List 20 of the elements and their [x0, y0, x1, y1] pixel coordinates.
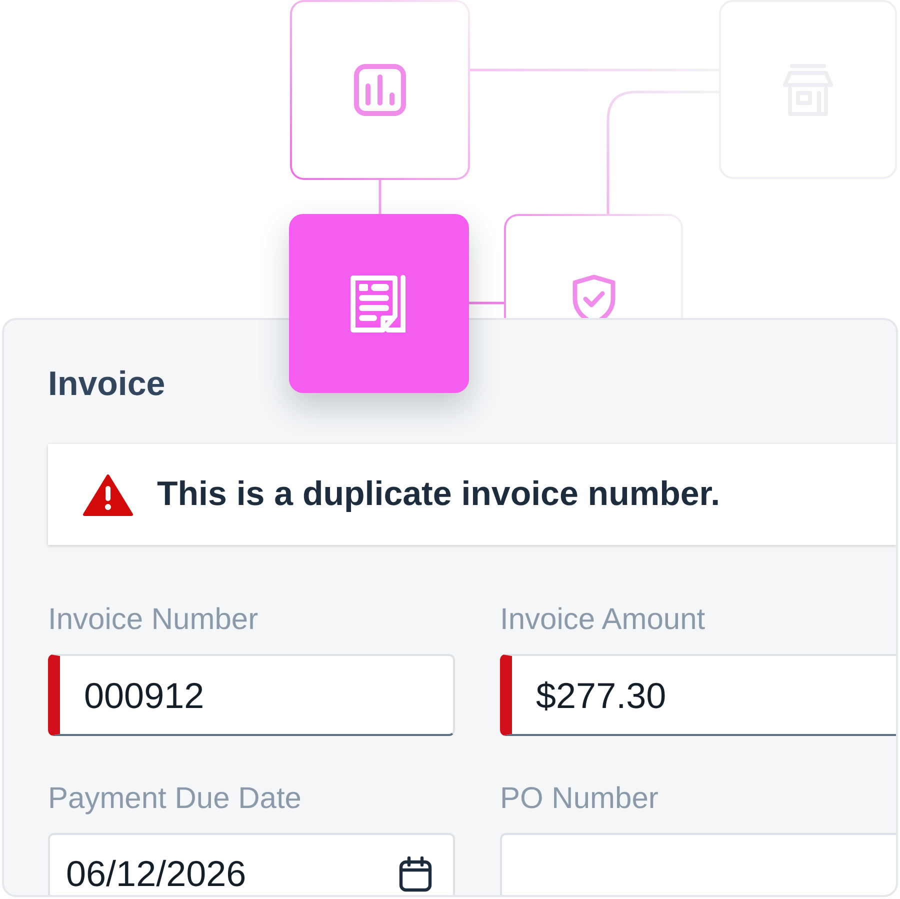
input-field[interactable]: 000912	[48, 654, 455, 736]
calendar-icon	[399, 856, 432, 892]
shield-check-icon	[570, 274, 616, 318]
field-label: Invoice Number	[48, 602, 258, 638]
warning-icon	[82, 472, 134, 516]
message-text: This is a duplicate invoice number.	[157, 475, 720, 514]
input-field[interactable]: $277.30	[500, 654, 896, 736]
diagram-node[interactable]	[504, 214, 683, 320]
diagram-node[interactable]	[290, 0, 470, 180]
connector-line	[378, 180, 382, 214]
date-field[interactable]: 06/12/2026	[48, 833, 455, 895]
field-label: Payment Due Date	[48, 781, 302, 817]
bar-chart-icon	[354, 64, 406, 116]
document-icon	[350, 274, 408, 332]
field-label: Invoice Amount	[500, 602, 706, 638]
diagram-node[interactable]	[289, 214, 469, 393]
field-label: PO Number	[500, 781, 658, 817]
input-field[interactable]	[500, 833, 896, 895]
form-title: Invoice	[48, 364, 166, 404]
connector-line	[469, 302, 504, 304]
